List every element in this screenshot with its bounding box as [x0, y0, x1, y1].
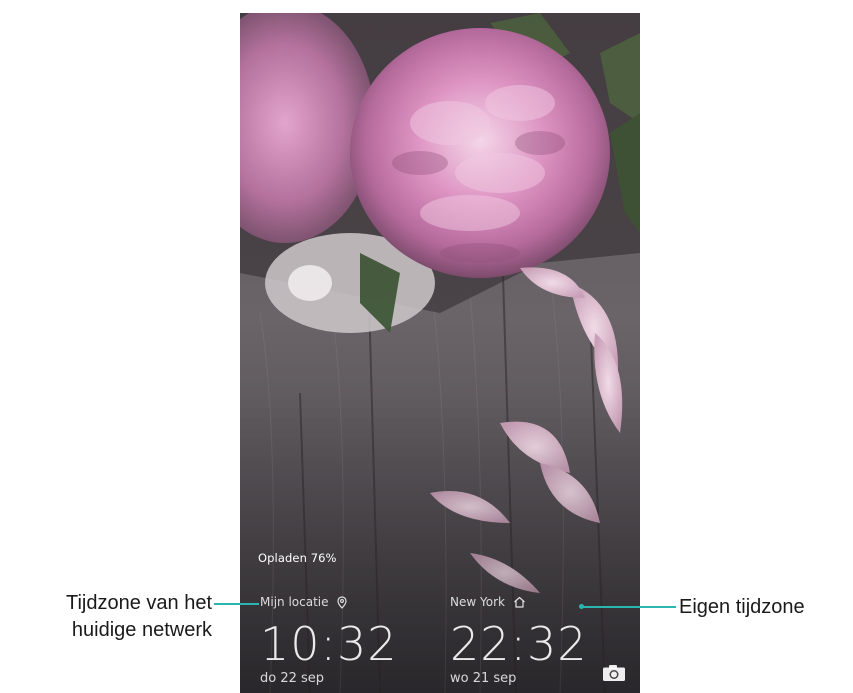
callout-home-timezone: Eigen tijdzone [679, 596, 805, 618]
callout-network-timezone: Tijdzone van het huidige netwerk [0, 590, 212, 644]
clock-local-time: 10:32 [260, 617, 398, 671]
lock-screen-overlay: Opladen 76% Mijn locatie 10:32 do 22 sep… [240, 13, 640, 693]
home-icon [514, 596, 525, 608]
clock-local-date: do 22 sep [260, 671, 325, 686]
callout-right-leader-dot [579, 604, 584, 609]
callout-left-line2: huidige netwerk [71, 619, 212, 641]
camera-icon[interactable] [602, 664, 626, 682]
page: Opladen 76% Mijn locatie 10:32 do 22 sep… [0, 0, 853, 693]
clock-home-city: New York [450, 595, 505, 609]
callout-left-leader-line [214, 603, 259, 605]
lock-screen: Opladen 76% Mijn locatie 10:32 do 22 sep… [240, 13, 640, 693]
clock-local[interactable]: Mijn locatie 10:32 do 22 sep [260, 593, 398, 686]
clock-local-city: Mijn locatie [260, 595, 329, 609]
clock-local-header: Mijn locatie [260, 593, 398, 611]
clock-home-time: 22:32 [450, 617, 588, 671]
charging-status: Opladen 76% [258, 551, 337, 565]
callout-left-line1: Tijdzone van het [65, 592, 212, 614]
location-pin-icon [336, 595, 347, 609]
clock-home[interactable]: New York 22:32 wo 21 sep [450, 593, 588, 686]
callout-right-leader-line [583, 606, 676, 608]
clock-home-date: wo 21 sep [450, 671, 517, 686]
clock-home-header: New York [450, 593, 588, 611]
